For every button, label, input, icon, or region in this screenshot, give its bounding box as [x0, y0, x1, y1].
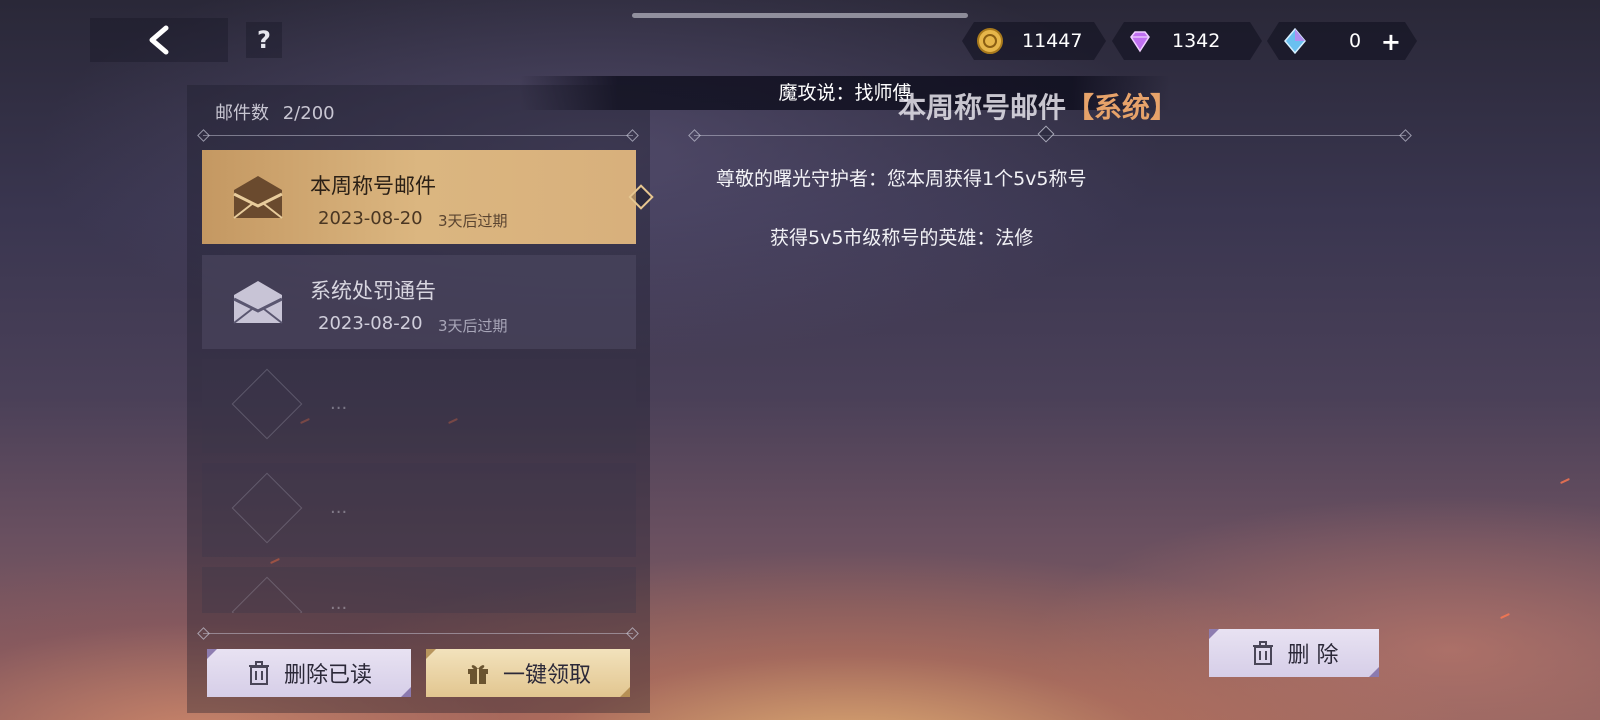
empty-slot-placeholder: ... [330, 497, 348, 518]
back-button[interactable] [90, 18, 228, 62]
empty-slot-placeholder: ... [330, 393, 348, 414]
gift-icon [467, 665, 488, 684]
mail-count-value: 2/200 [282, 103, 335, 124]
mail-list-panel: 邮件数 2/200 本周称号邮件 2023-08-20 3天后过期 系统处罚通告… [187, 85, 654, 713]
mail-body-line-2: 获得5v5市级称号的英雄：法修 [770, 227, 1034, 249]
selection-indicator [628, 184, 654, 210]
blue-crystal-counter: 0 + [1267, 22, 1417, 60]
list-bottom-divider [203, 633, 633, 634]
delete-read-button[interactable]: 删除已读 [207, 649, 411, 697]
claim-all-label: 一键领取 [502, 663, 591, 688]
mail-detail-title: 本周称号邮件【系统】 [898, 86, 1178, 126]
blue-crystal-value: 0 [1349, 30, 1362, 52]
mail-item-weekly-title[interactable]: 本周称号邮件 2023-08-20 3天后过期 [202, 150, 654, 244]
purple-diamond-value: 1342 [1172, 30, 1221, 52]
empty-slot-diamond [231, 368, 303, 440]
empty-mail-slot: ... [202, 463, 636, 557]
trash-icon [248, 661, 269, 685]
mail-item-date: 2023-08-20 [318, 313, 423, 334]
button-corner [401, 687, 411, 697]
empty-mail-slot: ... [202, 359, 636, 453]
list-top-divider [203, 135, 633, 136]
mail-count-label: 邮件数 [215, 103, 269, 124]
envelope-icon [233, 176, 283, 219]
empty-slot-diamond [231, 472, 303, 544]
delete-read-label: 删除已读 [283, 663, 372, 688]
claim-all-button[interactable]: 一键领取 [426, 649, 630, 697]
blue-crystal-icon [1281, 27, 1309, 55]
mail-count: 邮件数 2/200 [215, 99, 335, 125]
chevron-left-icon [149, 25, 169, 55]
purple-diamond-icon [1126, 27, 1154, 55]
empty-slot-placeholder: ... [330, 593, 348, 613]
gold-coin-value: 11447 [1022, 30, 1083, 52]
mail-item-expire: 3天后过期 [438, 212, 508, 230]
button-corner [426, 649, 436, 659]
gold-coin-counter: 11447 [962, 22, 1106, 60]
button-corner [620, 687, 630, 697]
help-button[interactable]: ? [246, 22, 282, 58]
mail-item-title: 本周称号邮件 [310, 174, 436, 198]
mail-detail-title-text: 本周称号邮件 [898, 91, 1067, 124]
mail-item-title: 系统处罚通告 [310, 279, 436, 303]
mail-item-expire: 3天后过期 [438, 317, 508, 335]
mail-detail-tag: 【系统】 [1066, 91, 1179, 124]
delete-mail-button[interactable]: 删 除 [1209, 629, 1379, 677]
gold-coin-icon [976, 27, 1004, 55]
button-corner [207, 649, 217, 659]
button-corner [1209, 629, 1219, 639]
add-crystal-button[interactable]: + [1381, 28, 1401, 56]
empty-mail-slot: ... [202, 567, 636, 613]
mail-item-penalty-notice[interactable]: 系统处罚通告 2023-08-20 3天后过期 [202, 255, 636, 349]
envelope-icon [233, 281, 283, 324]
purple-diamond-counter: 1342 [1112, 22, 1262, 60]
top-notch [632, 13, 968, 18]
delete-mail-label: 删 除 [1287, 643, 1339, 668]
empty-slot-diamond [231, 576, 303, 613]
button-corner [1369, 667, 1379, 677]
mail-item-date: 2023-08-20 [318, 208, 423, 229]
trash-icon [1252, 641, 1273, 665]
mail-body-line-1: 尊敬的曙光守护者：您本周获得1个5v5称号 [716, 168, 1087, 190]
